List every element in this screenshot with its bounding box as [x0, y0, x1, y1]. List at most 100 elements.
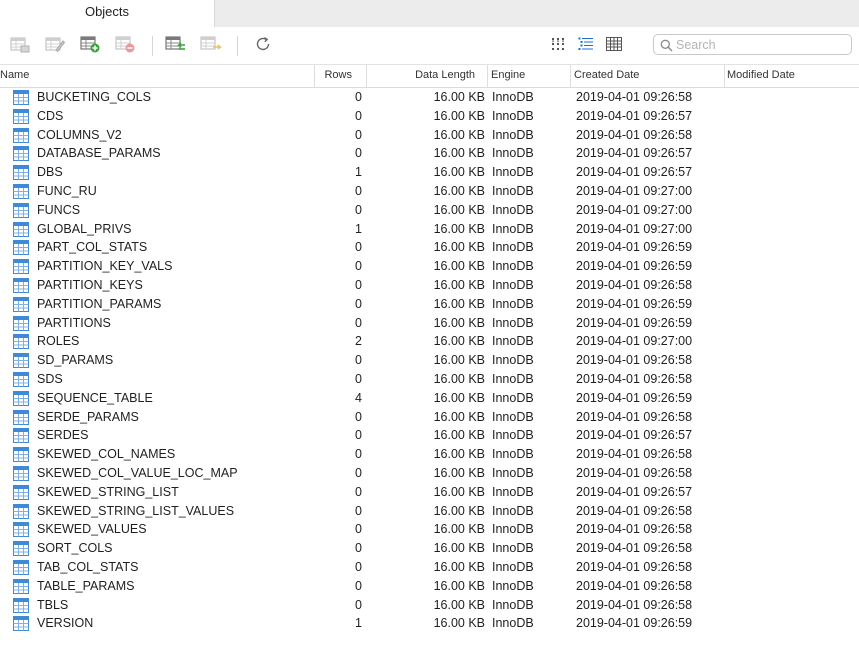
table-name: TAB_COL_STATS [37, 559, 139, 574]
detail-view-button[interactable] [603, 36, 625, 56]
import-wizard-button[interactable] [165, 36, 187, 56]
table-icon [13, 240, 29, 258]
table-rows: 0 [355, 353, 362, 368]
table-created-date: 2019-04-01 09:26:57 [576, 108, 693, 123]
table-row[interactable]: SKEWED_COL_VALUE_LOC_MAP 0 16.00 KB InnoDB 2… [0, 464, 859, 483]
table-row[interactable]: SEQUENCE_TABLE 4 16.00 KB InnoDB 2019-04-01 … [0, 389, 859, 408]
table-row[interactable]: TBLS 0 16.00 KB InnoDB 2019-04-01 09:26:58 [0, 596, 859, 615]
table-rows: 0 [355, 371, 362, 386]
grid-view-button[interactable] [547, 36, 569, 56]
table-data-length: 16.00 KB [433, 240, 485, 255]
search-input[interactable] [676, 36, 846, 53]
table-row[interactable]: SERDES 0 16.00 KB InnoDB 2019-04-01 09:26:57 [0, 426, 859, 445]
table-row[interactable]: TABLE_PARAMS 0 16.00 KB InnoDB 2019-04-01 09… [0, 577, 859, 596]
table-row[interactable]: SKEWED_STRING_LIST_VALUES 0 16.00 KB InnoDB… [0, 502, 859, 521]
table-row[interactable]: CDS 0 16.00 KB InnoDB 2019-04-01 09:26:57 [0, 107, 859, 126]
table-row[interactable]: DATABASE_PARAMS 0 16.00 KB InnoDB 2019-04-01… [0, 144, 859, 163]
table-name: GLOBAL_PRIVS [37, 221, 132, 236]
column-header-engine[interactable]: Engine [488, 65, 571, 87]
table-engine: InnoDB [492, 146, 534, 161]
column-header-created-date[interactable]: Created Date [571, 65, 725, 87]
design-table-button[interactable] [44, 36, 66, 56]
table-icon [13, 315, 29, 334]
table-created-date: 2019-04-01 09:26:58 [576, 465, 693, 480]
table-engine: InnoDB [492, 390, 534, 405]
table-engine: InnoDB [492, 165, 534, 180]
table-name: SKEWED_COL_VALUE_LOC_MAP [37, 465, 238, 480]
table-engine: InnoDB [492, 522, 534, 537]
table-row[interactable]: BUCKETING_COLS 0 16.00 KB InnoDB 2019-04-01 … [0, 88, 859, 107]
table-rows: 0 [355, 183, 362, 198]
table-created-date: 2019-04-01 09:26:57 [576, 484, 693, 499]
table-icon [13, 296, 29, 315]
table-name: SKEWED_STRING_LIST_VALUES [37, 503, 235, 518]
table-row[interactable]: TAB_COL_STATS 0 16.00 KB InnoDB 2019-04-01 0… [0, 558, 859, 577]
delete-table-icon [115, 35, 135, 58]
table-data-length: 16.00 KB [433, 334, 485, 349]
table-created-date: 2019-04-01 09:26:57 [576, 165, 693, 180]
table-row[interactable]: DBS 1 16.00 KB InnoDB 2019-04-01 09:26:57 [0, 163, 859, 182]
table-data-length: 16.00 KB [433, 409, 485, 424]
table-icon [13, 353, 29, 371]
table-name: COLUMNS_V2 [37, 127, 122, 142]
table-row[interactable]: SKEWED_STRING_LIST 0 16.00 KB InnoDB 2019-04… [0, 483, 859, 502]
table-row[interactable]: PARTITION_KEYS 0 16.00 KB InnoDB 2019-04-01 … [0, 276, 859, 295]
list-view-button[interactable] [575, 36, 597, 56]
table-row[interactable]: SDS 0 16.00 KB InnoDB 2019-04-01 09:26:58 [0, 370, 859, 389]
table-data-length: 16.00 KB [433, 146, 485, 161]
table-engine: InnoDB [492, 578, 534, 593]
table-row[interactable]: SD_PARAMS 0 16.00 KB InnoDB 2019-04-01 09:26… [0, 351, 859, 370]
table-row[interactable]: FUNCS 0 16.00 KB InnoDB 2019-04-01 09:27:00 [0, 201, 859, 220]
table-created-date: 2019-04-01 09:26:59 [576, 315, 693, 330]
table-rows: 0 [355, 541, 362, 556]
table-row[interactable]: VERSION 1 16.00 KB InnoDB 2019-04-01 09:26:5… [0, 614, 859, 633]
table-data-length: 16.00 KB [433, 465, 485, 480]
export-wizard-button[interactable] [200, 36, 222, 56]
column-header-modified-date[interactable]: Modified Date [725, 65, 859, 87]
table-row[interactable]: SKEWED_COL_NAMES 0 16.00 KB InnoDB 2019-04-0… [0, 445, 859, 464]
table-icon [13, 428, 29, 446]
table-icon [13, 559, 29, 578]
delete-table-button[interactable] [114, 36, 136, 56]
table-data-length: 16.00 KB [433, 578, 485, 593]
table-row[interactable]: COLUMNS_V2 0 16.00 KB InnoDB 2019-04-01 09:2… [0, 126, 859, 145]
table-row[interactable]: SORT_COLS 0 16.00 KB InnoDB 2019-04-01 09:26… [0, 539, 859, 558]
table-icon [13, 578, 29, 597]
tab-objects[interactable]: Objects [0, 0, 215, 27]
list-view-icon [578, 37, 594, 56]
column-header-rows[interactable]: Rows [315, 65, 367, 87]
table-icon [13, 597, 29, 616]
table-created-date: 2019-04-01 09:26:58 [576, 127, 693, 142]
table-data-length: 16.00 KB [433, 541, 485, 556]
refresh-button[interactable] [252, 36, 274, 56]
table-name: PARTITION_PARAMS [37, 296, 162, 311]
table-row[interactable]: PARTITIONS 0 16.00 KB InnoDB 2019-04-01 09:2… [0, 314, 859, 333]
table-row[interactable]: SERDE_PARAMS 0 16.00 KB InnoDB 2019-04-01 09… [0, 408, 859, 427]
table-row[interactable]: GLOBAL_PRIVS 1 16.00 KB InnoDB 2019-04-01 09… [0, 220, 859, 239]
table-engine: InnoDB [492, 315, 534, 330]
table-created-date: 2019-04-01 09:27:00 [576, 202, 693, 217]
table-row[interactable]: PARTITION_PARAMS 0 16.00 KB InnoDB 2019-04-0… [0, 295, 859, 314]
table-row[interactable]: FUNC_RU 0 16.00 KB InnoDB 2019-04-01 09:27:0… [0, 182, 859, 201]
table-engine: InnoDB [492, 108, 534, 123]
column-header-name[interactable]: Name [0, 65, 315, 87]
table-row[interactable]: PART_COL_STATS 0 16.00 KB InnoDB 2019-04-01 … [0, 238, 859, 257]
table-icon [13, 447, 29, 465]
new-table-button[interactable] [79, 36, 101, 56]
table-rows: 2 [355, 334, 362, 349]
refresh-icon [254, 35, 272, 58]
table-name: SEQUENCE_TABLE [37, 390, 153, 405]
table-header: Name Rows Data Length Engine Created Dat… [0, 64, 859, 88]
table-engine: InnoDB [492, 447, 534, 462]
table-data-length: 16.00 KB [433, 522, 485, 537]
table-icon [13, 390, 29, 409]
table-row[interactable]: SKEWED_VALUES 0 16.00 KB InnoDB 2019-04-01 0… [0, 520, 859, 539]
table-row[interactable]: ROLES 2 16.00 KB InnoDB 2019-04-01 09:27:00 [0, 332, 859, 351]
table-created-date: 2019-04-01 09:27:00 [576, 183, 693, 198]
column-header-data-length[interactable]: Data Length [367, 65, 488, 87]
table-engine: InnoDB [492, 371, 534, 386]
table-created-date: 2019-04-01 09:26:57 [576, 146, 693, 161]
table-created-date: 2019-04-01 09:26:57 [576, 428, 693, 443]
table-row[interactable]: PARTITION_KEY_VALS 0 16.00 KB InnoDB 2019-04… [0, 257, 859, 276]
open-table-button[interactable] [9, 36, 31, 56]
